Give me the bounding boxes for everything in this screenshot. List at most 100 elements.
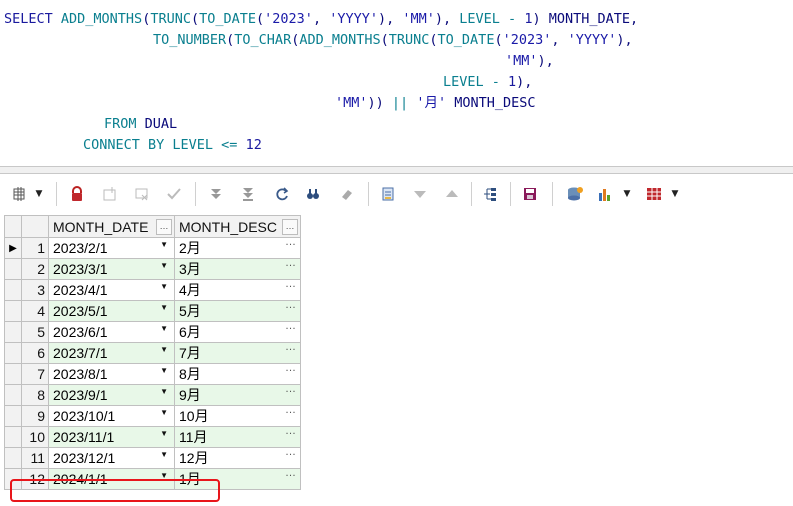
cell-month-date[interactable]: 2023/11/1 ▼ xyxy=(48,426,175,448)
table-row[interactable]: 10 2023/11/1 ▼ 11月… xyxy=(4,425,301,448)
row-number[interactable]: 1 xyxy=(21,237,49,259)
cell-editor-button[interactable]: … xyxy=(285,362,296,374)
row-number[interactable]: 2 xyxy=(21,258,49,280)
row-number[interactable]: 4 xyxy=(21,300,49,322)
row-number[interactable]: 8 xyxy=(21,384,49,406)
row-number[interactable]: 3 xyxy=(21,279,49,301)
cell-editor-button[interactable]: … xyxy=(285,425,296,437)
date-dropdown-icon[interactable]: ▼ xyxy=(160,408,168,417)
cell-editor-button[interactable]: … xyxy=(285,236,296,248)
chevron-down-icon[interactable]: ▼ xyxy=(668,184,682,204)
table-row[interactable]: 3 2023/4/1 ▼ 4月… xyxy=(4,278,301,301)
sort-asc-icon[interactable] xyxy=(441,184,463,204)
cell-editor-button[interactable]: … xyxy=(285,320,296,332)
table-row[interactable]: 4 2023/5/1 ▼ 5月… xyxy=(4,299,301,322)
cell-month-desc[interactable]: 10月… xyxy=(174,404,301,427)
row-number[interactable]: 10 xyxy=(21,426,49,448)
chart-icon[interactable] xyxy=(594,184,616,204)
cell-month-desc[interactable]: 11月… xyxy=(174,425,301,448)
cell-month-desc[interactable]: 9月… xyxy=(174,383,301,406)
table-row[interactable]: 7 2023/8/1 ▼ 8月… xyxy=(4,362,301,385)
cell-editor-button[interactable]: … xyxy=(285,341,296,353)
cell-month-date[interactable]: 2023/10/1 ▼ xyxy=(48,405,175,427)
table-view-icon[interactable] xyxy=(643,184,665,204)
cell-editor-button[interactable]: … xyxy=(285,257,296,269)
column-menu-button[interactable]: … xyxy=(282,219,298,235)
row-indicator[interactable] xyxy=(4,405,22,427)
cell-editor-button[interactable]: … xyxy=(285,467,296,479)
sql-editor[interactable]: SELECT ADD_MONTHS(TRUNC(TO_DATE('2023', … xyxy=(0,0,793,166)
cell-editor-button[interactable]: … xyxy=(285,383,296,395)
table-row[interactable]: 12 2024/1/1 ▼ 1月… xyxy=(4,467,301,490)
row-indicator[interactable] xyxy=(4,258,22,280)
row-indicator[interactable] xyxy=(4,300,22,322)
cell-month-date[interactable]: 2023/2/1 ▼ xyxy=(48,237,175,259)
table-row[interactable]: 9 2023/10/1 ▼ 10月… xyxy=(4,404,301,427)
cell-month-date[interactable]: 2023/8/1 ▼ xyxy=(48,363,175,385)
cell-month-date[interactable]: 2023/4/1 ▼ xyxy=(48,279,175,301)
date-dropdown-icon[interactable]: ▼ xyxy=(160,324,168,333)
row-indicator[interactable] xyxy=(4,321,22,343)
clear-icon[interactable] xyxy=(336,184,358,204)
column-menu-button[interactable]: … xyxy=(156,219,172,235)
chevron-down-icon[interactable]: ▼ xyxy=(32,184,46,204)
cell-month-date[interactable]: 2023/12/1 ▼ xyxy=(48,447,175,469)
query-by-example-icon[interactable] xyxy=(479,184,501,204)
row-number[interactable]: 7 xyxy=(21,363,49,385)
cell-editor-button[interactable]: … xyxy=(285,446,296,458)
chevron-down-icon[interactable]: ▼ xyxy=(620,184,634,204)
cell-month-date[interactable]: 2023/6/1 ▼ xyxy=(48,321,175,343)
row-indicator[interactable] xyxy=(4,384,22,406)
delete-record-icon[interactable] xyxy=(131,184,153,204)
cell-month-desc[interactable]: 1月… xyxy=(174,467,301,490)
row-indicator[interactable] xyxy=(4,447,22,469)
cell-month-date[interactable]: 2023/9/1 ▼ xyxy=(48,384,175,406)
date-dropdown-icon[interactable]: ▼ xyxy=(160,471,168,480)
table-row[interactable]: 2 2023/3/1 ▼ 3月… xyxy=(4,257,301,280)
cell-editor-button[interactable]: … xyxy=(285,278,296,290)
fetch-last-page-icon[interactable] xyxy=(237,184,259,204)
row-number[interactable]: 6 xyxy=(21,342,49,364)
row-indicator[interactable] xyxy=(4,342,22,364)
date-dropdown-icon[interactable]: ▼ xyxy=(160,366,168,375)
lock-icon[interactable] xyxy=(66,184,88,204)
cell-month-date[interactable]: 2024/1/1 ▼ xyxy=(48,468,175,490)
cell-month-desc[interactable]: 6月… xyxy=(174,320,301,343)
cell-month-date[interactable]: 2023/5/1 ▼ xyxy=(48,300,175,322)
add-record-icon[interactable] xyxy=(99,184,121,204)
single-record-view-icon[interactable] xyxy=(377,184,399,204)
column-header-month-desc[interactable]: MONTH_DESC… xyxy=(174,215,301,238)
sort-desc-icon[interactable] xyxy=(409,184,431,204)
fetch-next-page-icon[interactable] xyxy=(205,184,227,204)
cell-month-date[interactable]: 2023/7/1 ▼ xyxy=(48,342,175,364)
row-number[interactable]: 11 xyxy=(21,447,49,469)
date-dropdown-icon[interactable]: ▼ xyxy=(160,261,168,270)
table-row[interactable]: 5 2023/6/1 ▼ 6月… xyxy=(4,320,301,343)
row-indicator[interactable] xyxy=(4,279,22,301)
date-dropdown-icon[interactable]: ▼ xyxy=(160,429,168,438)
cell-editor-button[interactable]: … xyxy=(285,299,296,311)
date-dropdown-icon[interactable]: ▼ xyxy=(160,240,168,249)
cell-month-desc[interactable]: 3月… xyxy=(174,257,301,280)
cell-month-desc[interactable]: 8月… xyxy=(174,362,301,385)
cell-month-desc[interactable]: 12月… xyxy=(174,446,301,469)
row-indicator[interactable] xyxy=(4,426,22,448)
cell-month-desc[interactable]: 7月… xyxy=(174,341,301,364)
row-indicator[interactable] xyxy=(4,468,22,490)
refresh-icon[interactable] xyxy=(271,184,293,204)
find-icon[interactable] xyxy=(302,184,324,204)
date-dropdown-icon[interactable]: ▼ xyxy=(160,345,168,354)
cell-editor-button[interactable]: … xyxy=(285,404,296,416)
row-indicator[interactable]: ▶ xyxy=(4,237,22,259)
table-row[interactable]: 8 2023/9/1 ▼ 9月… xyxy=(4,383,301,406)
table-row[interactable]: ▶ 1 2023/2/1 ▼ 2月… xyxy=(4,236,301,259)
save-icon[interactable] xyxy=(519,184,541,204)
row-number[interactable]: 12 xyxy=(21,468,49,490)
splitter[interactable] xyxy=(0,166,793,174)
column-header-month-date[interactable]: MONTH_DATE… xyxy=(48,215,175,238)
row-number[interactable]: 9 xyxy=(21,405,49,427)
date-dropdown-icon[interactable]: ▼ xyxy=(160,303,168,312)
export-icon[interactable] xyxy=(564,184,586,204)
table-row[interactable]: 11 2023/12/1 ▼ 12月… xyxy=(4,446,301,469)
cell-month-desc[interactable]: 5月… xyxy=(174,299,301,322)
